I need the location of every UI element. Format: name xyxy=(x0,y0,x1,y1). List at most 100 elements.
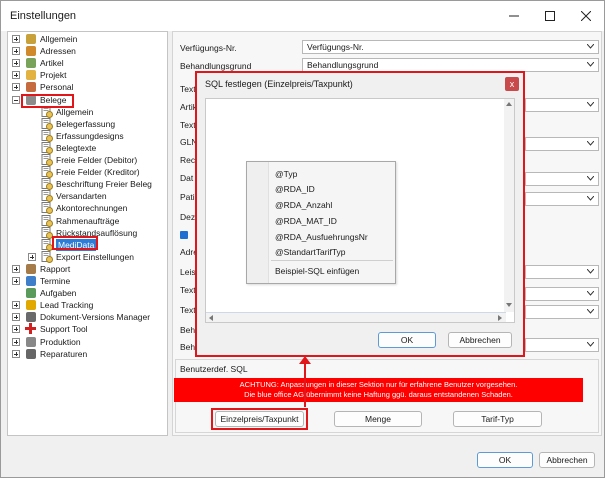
sql-dialog: SQL festlegen (Einzelpreis/Taxpunkt) x @… xyxy=(195,71,525,357)
tree-item[interactable]: Personal xyxy=(8,81,167,93)
lightning-icon xyxy=(25,299,37,311)
document-icon xyxy=(25,311,37,323)
expand-icon[interactable] xyxy=(12,83,20,92)
hidden-select-8[interactable] xyxy=(525,338,599,352)
verfuegungs-nr-value: Verfügungs-Nr. xyxy=(307,42,364,52)
menu-item-typ[interactable]: @Typ xyxy=(275,169,297,179)
scroll-left-icon[interactable] xyxy=(209,315,213,321)
sql-editor[interactable]: @Typ @RDA_ID @RDA_Anzahl @RDA_MAT_ID @RD… xyxy=(205,98,515,323)
expand-icon[interactable] xyxy=(12,301,20,310)
tree-item[interactable]: Aufgaben xyxy=(8,287,167,299)
tree-item-label: Allgemein xyxy=(40,34,78,44)
tree-item[interactable]: Export Einstellungen xyxy=(8,250,167,263)
hidden-select-4[interactable] xyxy=(525,192,599,206)
dialog-ok-button[interactable]: OK xyxy=(378,332,436,348)
behandlungsgrund-select[interactable]: Behandlungsgrund xyxy=(302,58,599,72)
chevron-down-icon xyxy=(587,176,594,181)
hidden-select-2[interactable] xyxy=(525,137,599,151)
expand-icon[interactable] xyxy=(12,264,20,273)
tarif-typ-button[interactable]: Tarif-Typ xyxy=(453,411,542,427)
tree-item-label: Erfassungdesigns xyxy=(56,130,124,141)
tree-item[interactable]: Termine xyxy=(8,275,167,287)
horizontal-scrollbar[interactable] xyxy=(206,312,506,322)
tree-item[interactable]: Produktion xyxy=(8,336,167,348)
scroll-down-icon[interactable] xyxy=(506,303,512,307)
highlight-arrow-line xyxy=(304,361,306,407)
doc-gear-icon xyxy=(41,178,53,191)
behandlungsgrund-value: Behandlungsgrund xyxy=(307,60,379,70)
expand-icon[interactable] xyxy=(12,313,20,322)
tree-item[interactable]: Beschriftung Freier Beleg xyxy=(8,178,167,191)
expand-icon[interactable] xyxy=(12,349,20,358)
expand-icon[interactable] xyxy=(12,277,20,285)
einzelpreis-highlight-box xyxy=(211,408,308,430)
chevron-down-icon xyxy=(587,196,594,201)
tree-item[interactable]: Allgemein xyxy=(8,33,167,45)
collapse-icon[interactable] xyxy=(12,95,20,104)
verfuegungs-nr-select[interactable]: Verfügungs-Nr. xyxy=(302,40,599,54)
menu-item-rda-ausfuehrungsnr[interactable]: @RDA_AusfuehrungsNr xyxy=(275,232,368,242)
tree-item-label: Rahmenaufträge xyxy=(56,215,120,226)
tree-item[interactable]: Dokument-Versions Manager xyxy=(8,311,167,323)
tree-item[interactable]: Erfassungdesigns xyxy=(8,129,167,142)
tree-item[interactable]: Projekt xyxy=(8,69,167,81)
ok-button[interactable]: OK xyxy=(477,452,533,468)
cancel-button[interactable]: Abbrechen xyxy=(539,452,595,468)
tree-item[interactable]: Belegtexte xyxy=(8,141,167,154)
scroll-up-icon[interactable] xyxy=(506,102,512,106)
person-icon xyxy=(25,81,37,93)
tree-item[interactable]: Reparaturen xyxy=(8,348,167,360)
doc-gear-icon xyxy=(41,250,53,263)
menu-item-rda-mat-id[interactable]: @RDA_MAT_ID xyxy=(275,216,337,226)
expand-icon[interactable] xyxy=(12,59,20,68)
tree-item[interactable]: Akontorechnungen xyxy=(8,202,167,215)
doc-gear-icon xyxy=(41,166,53,179)
hidden-select-5[interactable] xyxy=(525,265,599,279)
tree-item[interactable]: Rapport xyxy=(8,263,167,275)
tree-item[interactable]: Support Tool xyxy=(8,323,167,335)
tree-item[interactable]: Artikel xyxy=(8,57,167,69)
doc-gear-icon xyxy=(41,202,53,215)
tag-icon xyxy=(25,57,37,69)
expand-icon[interactable] xyxy=(12,71,20,80)
expand-icon[interactable] xyxy=(28,252,36,261)
minimize-icon xyxy=(509,15,519,17)
close-window-button[interactable] xyxy=(568,1,604,31)
hidden-select-7[interactable] xyxy=(525,305,599,319)
vertical-scrollbar[interactable] xyxy=(504,99,514,312)
belege-highlight-box xyxy=(21,94,74,108)
hidden-select-6[interactable] xyxy=(525,287,599,301)
menu-item-rda-anzahl[interactable]: @RDA_Anzahl xyxy=(275,200,332,210)
tree-item[interactable]: Rahmenaufträge xyxy=(8,214,167,227)
tree-item-label: Lead Tracking xyxy=(40,300,94,311)
dialog-cancel-button[interactable]: Abbrechen xyxy=(448,332,512,348)
medidata-highlight-box xyxy=(52,236,98,250)
expand-icon[interactable] xyxy=(12,337,20,346)
menge-button[interactable]: Menge xyxy=(334,411,422,427)
expand-icon[interactable] xyxy=(12,35,20,43)
expand-icon[interactable] xyxy=(12,47,20,56)
dialog-close-button[interactable]: x xyxy=(505,77,519,91)
tree-item-label: Versandarten xyxy=(56,191,107,202)
tree-item[interactable]: Adressen xyxy=(8,45,167,57)
hidden-select-3[interactable] xyxy=(525,172,599,186)
tree-item[interactable]: Versandarten xyxy=(8,190,167,203)
scroll-right-icon[interactable] xyxy=(498,315,502,321)
hidden-select-1[interactable] xyxy=(525,98,599,112)
dialog-title: SQL festlegen (Einzelpreis/Taxpunkt) xyxy=(205,79,353,89)
tree-item[interactable]: Freie Felder (Debitor) xyxy=(8,154,167,166)
tree-item-label: Belegerfassung xyxy=(56,118,116,129)
maximize-button[interactable] xyxy=(532,1,568,31)
checkbox-checked[interactable] xyxy=(180,231,188,239)
tree-item[interactable]: Lead Tracking xyxy=(8,299,167,311)
maximize-icon xyxy=(545,11,555,21)
menu-gutter xyxy=(247,162,269,283)
minimize-button[interactable] xyxy=(496,1,532,31)
tree-item[interactable]: Freie Felder (Kreditor) xyxy=(8,166,167,179)
menu-item-beispiel-sql[interactable]: Beispiel-SQL einfügen xyxy=(275,266,359,276)
menu-item-rda-id[interactable]: @RDA_ID xyxy=(275,184,315,194)
task-icon xyxy=(25,287,37,299)
tree-item[interactable]: Belegerfassung xyxy=(8,117,167,130)
menu-item-standart-tarif-typ[interactable]: @StandartTarifTyp xyxy=(275,247,346,257)
expand-icon[interactable] xyxy=(12,325,20,334)
